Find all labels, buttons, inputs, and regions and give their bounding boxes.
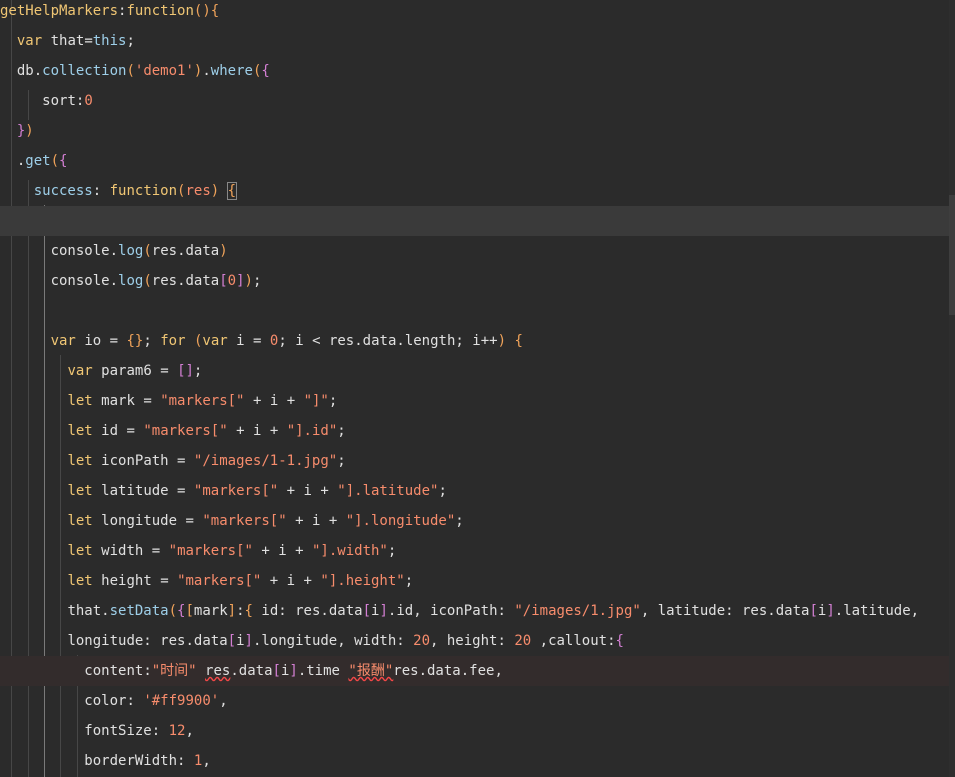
code-line[interactable]: getHelpMarkers:function(){ [0, 0, 950, 26]
code-line[interactable]: let id = "markers[" + i + "].id"; [0, 416, 950, 446]
scrollbar-thumb[interactable] [949, 195, 955, 315]
code-line[interactable]: let height = "markers[" + i + "].height"… [0, 566, 950, 596]
code-line[interactable]: that.setData({[mark]:{ id: res.data[i].i… [0, 596, 950, 626]
code-line[interactable]: console.log(res.data) [0, 236, 950, 266]
code-line[interactable]: borderWidth: 1, [0, 746, 950, 776]
code-line[interactable]: longitude: res.data[i].longitude, width:… [0, 626, 950, 656]
code-line[interactable]: let latitude = "markers[" + i + "].latit… [0, 476, 950, 506]
code-line[interactable]: success: function(res) { [0, 176, 950, 206]
code-line[interactable]: color: '#ff9900', [0, 686, 950, 716]
code-line[interactable]: db.collection('demo1').where({ [0, 56, 950, 86]
code-line[interactable]: let iconPath = "/images/1-1.jpg"; [0, 446, 950, 476]
code-line[interactable]: let width = "markers[" + i + "].width"; [0, 536, 950, 566]
code-line[interactable]: sort:0 [0, 86, 950, 116]
code-line[interactable]: }) [0, 116, 950, 146]
code-line[interactable]: var param6 = []; [0, 356, 950, 386]
code-line[interactable]: let longitude = "markers[" + i + "].long… [0, 506, 950, 536]
vertical-scrollbar[interactable] [949, 0, 955, 777]
code-line[interactable]: fontSize: 12, [0, 716, 950, 746]
code-line[interactable] [0, 296, 950, 326]
code-line[interactable]: var io = {}; for (var i = 0; i < res.dat… [0, 326, 950, 356]
code-line[interactable]: var that=this; [0, 26, 950, 56]
code-line-error[interactable]: content:"时间" res.data[i].time "报酬"res.da… [0, 656, 950, 686]
code-line-current[interactable] [0, 206, 950, 236]
code-line[interactable]: let mark = "markers[" + i + "]"; [0, 386, 950, 416]
code-editor[interactable]: getHelpMarkers:function(){ var that=this… [0, 0, 955, 777]
code-line[interactable]: console.log(res.data[0]); [0, 266, 950, 296]
code-line[interactable]: .get({ [0, 146, 950, 176]
